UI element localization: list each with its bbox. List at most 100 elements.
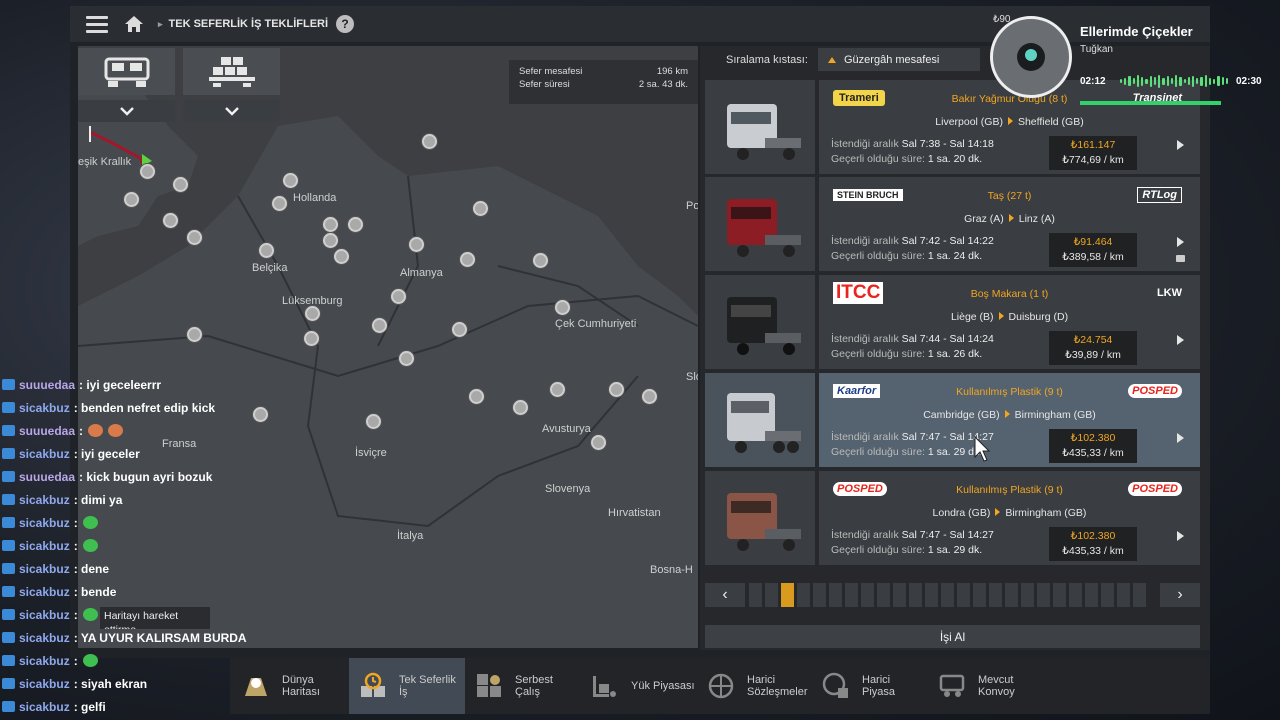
- page-cell[interactable]: [765, 583, 778, 607]
- sort-select[interactable]: Güzergâh mesafesi: [818, 48, 980, 71]
- city-marker[interactable]: [334, 249, 349, 264]
- prev-page-button[interactable]: ‹: [705, 583, 745, 607]
- wave-bar: [1175, 75, 1178, 87]
- city-marker[interactable]: [555, 300, 570, 315]
- city-marker[interactable]: [533, 253, 548, 268]
- tab-external-contracts[interactable]: Harici Sözleşmeler: [707, 658, 817, 714]
- page-cell[interactable]: [861, 583, 874, 607]
- page-cell[interactable]: [1037, 583, 1050, 607]
- city-marker[interactable]: [473, 201, 488, 216]
- play-arrow-icon[interactable]: [1177, 237, 1184, 247]
- city-marker[interactable]: [187, 327, 202, 342]
- city-marker[interactable]: [272, 196, 287, 211]
- emote-icon: [82, 654, 98, 667]
- chat-text: : bende: [73, 584, 117, 599]
- city-marker[interactable]: [323, 217, 338, 232]
- city-marker[interactable]: [460, 252, 475, 267]
- page-cell[interactable]: [989, 583, 1002, 607]
- page-cell[interactable]: [845, 583, 858, 607]
- next-page-button[interactable]: ›: [1160, 583, 1200, 607]
- page-cell[interactable]: [877, 583, 890, 607]
- page-cell[interactable]: [1133, 583, 1146, 607]
- page-cell[interactable]: [829, 583, 842, 607]
- city-marker[interactable]: [304, 331, 319, 346]
- price-per-km: ₺774,69 / km: [1062, 154, 1124, 166]
- tab-external-market[interactable]: Harici Piyasa: [822, 658, 932, 714]
- page-cell[interactable]: [1085, 583, 1098, 607]
- page-cell[interactable]: [909, 583, 922, 607]
- city-marker[interactable]: [513, 400, 528, 415]
- city-marker[interactable]: [452, 322, 467, 337]
- page-cell[interactable]: [941, 583, 954, 607]
- truck-filter-dropdown[interactable]: [78, 100, 175, 122]
- city-marker[interactable]: [323, 233, 338, 248]
- city-marker[interactable]: [391, 289, 406, 304]
- menu-icon[interactable]: [86, 12, 108, 37]
- city-marker[interactable]: [366, 414, 381, 429]
- validity: Geçerli olduğu süre: 1 sa. 26 dk.: [831, 348, 982, 360]
- truck-filter-button[interactable]: [78, 48, 175, 95]
- city-marker[interactable]: [283, 173, 298, 188]
- job-offer[interactable]: STEIN BRUCH Taş (27 t) RTLog Graz (A) Lin…: [705, 177, 1200, 271]
- trailer-filter-button[interactable]: [183, 48, 280, 95]
- job-offer[interactable]: ITCC Boş Makara (1 t) LKW Liège (B) Duisb…: [705, 275, 1200, 369]
- route-arrow-icon: [998, 312, 1004, 320]
- tab-freelance[interactable]: Serbest Çalış: [475, 658, 585, 714]
- city-marker[interactable]: [591, 435, 606, 450]
- city-marker[interactable]: [163, 213, 178, 228]
- page-cell[interactable]: [925, 583, 938, 607]
- city-marker[interactable]: [409, 237, 424, 252]
- page-cell[interactable]: [1021, 583, 1034, 607]
- page-cell[interactable]: [813, 583, 826, 607]
- city-marker[interactable]: [372, 318, 387, 333]
- page-cell[interactable]: [797, 583, 810, 607]
- city-marker[interactable]: [469, 389, 484, 404]
- page-cell[interactable]: [957, 583, 970, 607]
- city-marker[interactable]: [259, 243, 274, 258]
- help-button[interactable]: ?: [336, 15, 355, 33]
- take-job-button[interactable]: İşi Al: [705, 625, 1200, 648]
- city-marker[interactable]: [609, 382, 624, 397]
- city-marker[interactable]: [305, 306, 320, 321]
- sort-label: Sıralama kıstası:: [726, 54, 808, 66]
- chat-message: suuuedaa: kick bugun ayri bozuk: [0, 465, 280, 488]
- city-marker[interactable]: [348, 217, 363, 232]
- trailer-filter-dropdown[interactable]: [183, 100, 280, 122]
- page-cells: [749, 583, 1146, 607]
- page-cell[interactable]: [1101, 583, 1114, 607]
- city-marker[interactable]: [140, 164, 155, 179]
- page-cell[interactable]: [1069, 583, 1082, 607]
- tab-world-map[interactable]: Dünya Haritası: [234, 658, 354, 714]
- page-cell[interactable]: [1053, 583, 1066, 607]
- page-cell[interactable]: [893, 583, 906, 607]
- city-marker[interactable]: [422, 134, 437, 149]
- home-icon[interactable]: [124, 15, 144, 33]
- job-offer[interactable]: POSPED Kullanılmış Plastik (9 t) POSPED …: [705, 471, 1200, 565]
- job-offer-selected[interactable]: Kaarfor Kullanılmış Plastik (9 t) POSPED…: [705, 373, 1200, 467]
- city-marker[interactable]: [642, 389, 657, 404]
- city-marker[interactable]: [173, 177, 188, 192]
- tab-convoy[interactable]: Mevcut Konvoy: [938, 658, 1048, 714]
- play-arrow-icon[interactable]: [1177, 531, 1184, 541]
- city-marker[interactable]: [399, 351, 414, 366]
- tab-single-job[interactable]: Tek Seferlik İş: [349, 658, 465, 714]
- validity-label: Geçerli olduğu süre:: [831, 446, 925, 458]
- truck-image: [727, 104, 801, 160]
- chat-badge-icon: [2, 678, 15, 689]
- page-cell[interactable]: [973, 583, 986, 607]
- chat-text: : dimi ya: [73, 492, 123, 507]
- city-marker[interactable]: [187, 230, 202, 245]
- page-cell[interactable]: [749, 583, 762, 607]
- route: Graz (A) Linz (A): [819, 213, 1200, 225]
- page-cell[interactable]: [1117, 583, 1130, 607]
- play-arrow-icon[interactable]: [1177, 433, 1184, 443]
- cargo-icon: [208, 56, 255, 87]
- page-cell[interactable]: [1005, 583, 1018, 607]
- play-arrow-icon[interactable]: [1177, 140, 1184, 150]
- city-marker[interactable]: [124, 192, 139, 207]
- wave-bar: [1217, 76, 1220, 86]
- city-marker[interactable]: [550, 382, 565, 397]
- page-cell-active[interactable]: [781, 583, 794, 607]
- play-arrow-icon[interactable]: [1177, 335, 1184, 345]
- tab-cargo-market[interactable]: Yük Piyasası: [591, 658, 701, 714]
